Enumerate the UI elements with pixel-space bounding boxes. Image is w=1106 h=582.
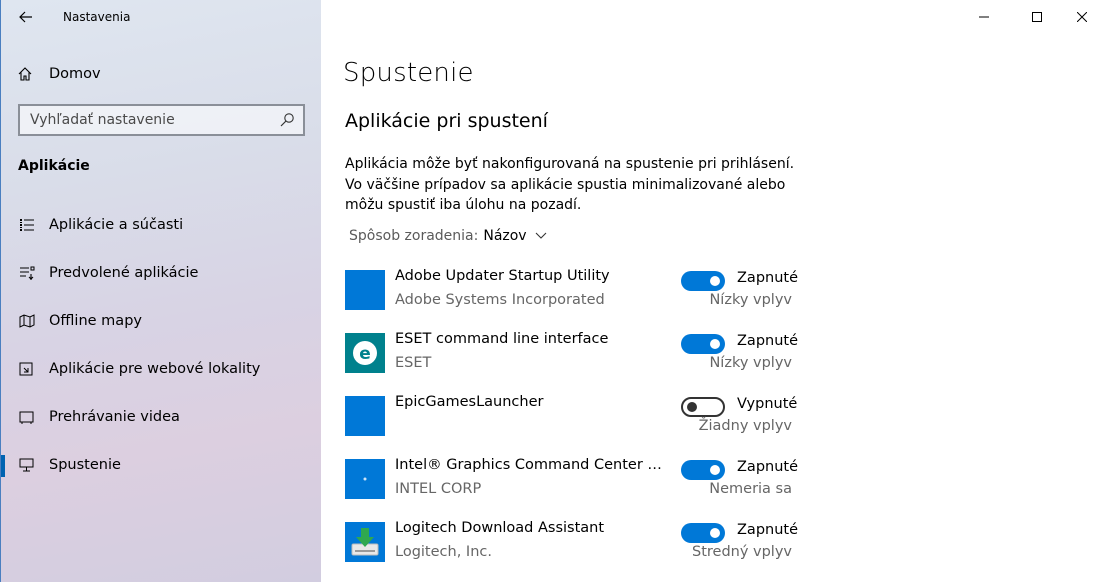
active-indicator — [1, 455, 5, 477]
home-label: Domov — [49, 66, 101, 82]
sidebar-item-label: Aplikácie a súčasti — [49, 217, 184, 233]
app-publisher: INTEL CORP — [395, 481, 482, 497]
minimize-icon — [979, 16, 989, 18]
toggle-state: Zapnuté — [737, 522, 799, 538]
sidebar-item-apps-features[interactable]: Aplikácie a súčasti — [1, 205, 322, 245]
startup-toggle[interactable] — [681, 334, 725, 354]
blank-app-icon — [345, 396, 385, 436]
toggle-state: Zapnuté — [737, 333, 799, 349]
startup-toggle[interactable] — [681, 460, 725, 480]
app-name: ESET command line interface — [395, 331, 609, 347]
chevron-down-icon — [535, 232, 546, 239]
app-title: Nastavenia — [63, 10, 131, 24]
impact-label: Nízky vplyv — [709, 355, 792, 371]
logitech-download-icon — [345, 522, 385, 562]
sort-value: Názov — [483, 228, 527, 244]
intel-icon — [345, 459, 385, 499]
sort-dropdown[interactable]: Spôsob zoradenia: Názov — [349, 228, 547, 244]
map-icon — [18, 312, 36, 330]
search-icon[interactable] — [279, 112, 295, 128]
titlebar: Nastavenia — [1, 0, 322, 34]
sidebar-item-web-apps[interactable]: Aplikácie pre webové lokality — [1, 349, 322, 389]
app-publisher: Logitech, Inc. — [395, 544, 492, 560]
home-icon — [15, 64, 35, 84]
sidebar-item-startup[interactable]: Spustenie — [1, 445, 322, 485]
startup-toggle[interactable] — [681, 523, 725, 543]
impact-label: Nízky vplyv — [709, 292, 792, 308]
default-apps-icon — [18, 264, 36, 282]
app-name: Logitech Download Assistant — [395, 520, 605, 536]
web-apps-icon — [18, 360, 36, 378]
description: Aplikácia môže byť nakonfigurovaná na sp… — [345, 156, 795, 213]
blank-app-icon — [345, 270, 385, 310]
close-icon — [1077, 12, 1087, 22]
back-button[interactable] — [15, 7, 37, 27]
toggle-state: Zapnuté — [737, 459, 799, 475]
page-title: Spustenie — [343, 58, 474, 88]
app-name: Intel® Graphics Command Center Start... — [395, 457, 667, 473]
minimize-button[interactable] — [961, 0, 1007, 34]
app-name: Adobe Updater Startup Utility — [395, 268, 610, 284]
home-nav-item[interactable]: Domov — [15, 62, 101, 86]
impact-label: Žiadny vplyv — [698, 418, 792, 434]
maximize-icon — [1032, 12, 1042, 22]
search-box[interactable] — [18, 104, 305, 136]
sidebar-item-label: Spustenie — [49, 457, 121, 473]
app-publisher: ESET — [395, 355, 432, 371]
list-item: Adobe Updater Startup Utility Adobe Syst… — [345, 268, 805, 324]
startup-icon — [18, 456, 36, 474]
sidebar-item-default-apps[interactable]: Predvolené aplikácie — [1, 253, 322, 293]
toggle-state: Vypnuté — [737, 396, 798, 412]
list-item: EpicGamesLauncher Vypnuté Žiadny vplyv — [345, 394, 805, 450]
eset-icon: e — [345, 333, 385, 373]
subsection-title: Aplikácie pri spustení — [345, 110, 548, 132]
sidebar: Nastavenia Domov Aplikácie Aplikácie a s… — [0, 0, 321, 582]
sort-label: Spôsob zoradenia: — [349, 228, 479, 244]
list-item: Logitech Download Assistant Logitech, In… — [345, 520, 805, 576]
impact-label: Stredný vplyv — [691, 544, 792, 560]
sidebar-item-video-playback[interactable]: Prehrávanie videa — [1, 397, 322, 437]
sidebar-item-label: Offline mapy — [49, 313, 142, 329]
app-publisher: Adobe Systems Incorporated — [395, 292, 605, 308]
app-name: EpicGamesLauncher — [395, 394, 544, 410]
sidebar-item-offline-maps[interactable]: Offline mapy — [1, 301, 322, 341]
search-input[interactable] — [30, 112, 270, 128]
apps-list-icon — [18, 216, 36, 234]
sidebar-item-label: Prehrávanie videa — [49, 409, 180, 425]
main-content: Spustenie Aplikácie pri spustení Aplikác… — [321, 0, 1106, 582]
list-item: Intel® Graphics Command Center Start... … — [345, 457, 805, 513]
startup-toggle[interactable] — [681, 271, 725, 291]
startup-toggle[interactable] — [681, 397, 725, 417]
svg-text:e: e — [359, 344, 371, 364]
sidebar-item-label: Aplikácie pre webové lokality — [49, 361, 261, 377]
close-button[interactable] — [1059, 0, 1105, 34]
maximize-button[interactable] — [1014, 0, 1060, 34]
video-icon — [18, 408, 36, 426]
sidebar-item-label: Predvolené aplikácie — [49, 265, 199, 281]
section-title: Aplikácie — [18, 158, 90, 174]
impact-label: Nemeria sa — [709, 481, 792, 497]
list-item: e ESET command line interface ESET Zapnu… — [345, 331, 805, 387]
toggle-state: Zapnuté — [737, 270, 799, 286]
back-arrow-icon — [19, 11, 32, 23]
